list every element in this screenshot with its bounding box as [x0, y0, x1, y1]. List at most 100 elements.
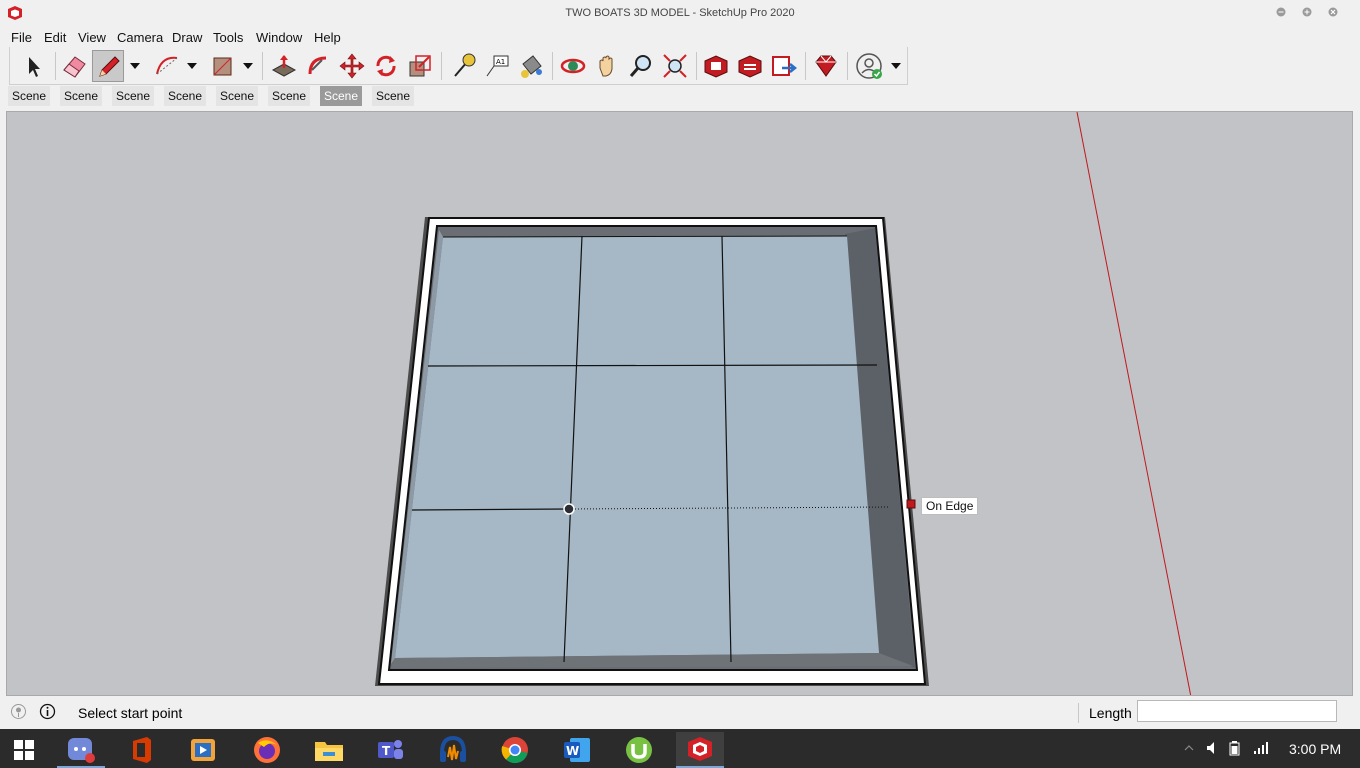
- rectangle-tool-button[interactable]: [206, 50, 238, 82]
- svg-text:W: W: [566, 744, 579, 758]
- volume-icon[interactable]: [1204, 740, 1222, 756]
- rotate-tool-button[interactable]: [370, 50, 402, 82]
- taskbar-sketchup[interactable]: [676, 732, 724, 768]
- model-canvas[interactable]: [7, 112, 1353, 696]
- taskbar-teams[interactable]: T: [366, 732, 414, 768]
- scene-tab-5[interactable]: Scene 5: [216, 86, 260, 123]
- menu-bar: File Edit View Camera Draw Tools Window …: [0, 27, 1360, 47]
- show-hidden-icons[interactable]: [1180, 740, 1198, 756]
- toolbar-separator: [696, 52, 697, 80]
- taskbar-clock[interactable]: 3:00 PM: [1289, 741, 1341, 757]
- move-icon: [339, 53, 365, 79]
- scene-tab-6[interactable]: Scene 6: [268, 86, 312, 123]
- eraser-tool-button[interactable]: [58, 50, 90, 82]
- status-bar: Select start point Length: [0, 697, 1360, 729]
- taskbar-media-player[interactable]: [179, 732, 227, 768]
- minimize-button[interactable]: [1271, 4, 1291, 22]
- text-tool-button[interactable]: A1: [481, 50, 513, 82]
- send-to-layout-button[interactable]: [768, 50, 800, 82]
- menu-help[interactable]: Help: [314, 30, 341, 45]
- info-icon[interactable]: [39, 703, 56, 720]
- paint-bucket-tool-button[interactable]: [515, 50, 547, 82]
- scene-tab-2[interactable]: Scene 2: [60, 86, 104, 123]
- word-icon: W: [564, 738, 590, 762]
- taskbar-discord[interactable]: [57, 732, 105, 768]
- move-tool-button[interactable]: [336, 50, 368, 82]
- chevron-down-icon: [891, 63, 901, 69]
- zoom-extents-tool-button[interactable]: [659, 50, 691, 82]
- zoom-icon: [629, 55, 651, 77]
- scale-tool-button[interactable]: [404, 50, 436, 82]
- orbit-tool-button[interactable]: [557, 50, 589, 82]
- utorrent-icon: [626, 737, 652, 763]
- scene-tab-3[interactable]: Scene 3: [112, 86, 156, 123]
- start-button[interactable]: [0, 732, 48, 768]
- measurement-input[interactable]: [1137, 700, 1337, 722]
- battery-icon[interactable]: [1228, 740, 1246, 756]
- model-viewport[interactable]: On Edge: [6, 111, 1353, 696]
- push-pull-tool-button[interactable]: [268, 50, 300, 82]
- push-pull-icon: [271, 55, 297, 77]
- pan-tool-button[interactable]: [591, 50, 623, 82]
- 3d-warehouse-button[interactable]: [700, 50, 732, 82]
- account-icon: [856, 53, 882, 79]
- menu-edit[interactable]: Edit: [44, 30, 66, 45]
- taskbar-word[interactable]: W: [553, 732, 601, 768]
- maximize-button[interactable]: [1297, 4, 1317, 22]
- taskbar-chrome[interactable]: [491, 732, 539, 768]
- sketchup-window: TWO BOATS 3D MODEL - SketchUp Pro 2020 F…: [0, 0, 1360, 768]
- taskbar-file-explorer[interactable]: [305, 732, 353, 768]
- menu-file[interactable]: File: [11, 30, 32, 45]
- taskbar-office[interactable]: [118, 732, 166, 768]
- taskbar-utorrent[interactable]: [615, 732, 663, 768]
- window-title: TWO BOATS 3D MODEL - SketchUp Pro 2020: [565, 7, 795, 19]
- extension-manager-button[interactable]: [810, 50, 842, 82]
- network-icon[interactable]: [1252, 740, 1270, 756]
- extension-warehouse-icon: [738, 55, 762, 78]
- extension-manager-icon: [815, 55, 837, 77]
- menu-view[interactable]: View: [78, 30, 106, 45]
- arc-tool-button[interactable]: [151, 50, 183, 82]
- toolbar-separator: [55, 52, 56, 80]
- tape-measure-tool-button[interactable]: [447, 50, 479, 82]
- scene-tab-4[interactable]: Scene 4: [164, 86, 208, 123]
- scale-icon: [409, 55, 431, 77]
- windows-start-icon: [14, 740, 34, 760]
- menu-draw[interactable]: Draw: [172, 30, 202, 45]
- menu-window[interactable]: Window: [256, 30, 302, 45]
- toolbar-separator: [847, 52, 848, 80]
- pencil-tool-button[interactable]: [92, 50, 124, 82]
- taskbar-firefox[interactable]: [243, 732, 291, 768]
- taskbar-audacity[interactable]: [429, 732, 477, 768]
- account-button[interactable]: [853, 50, 885, 82]
- menu-tools[interactable]: Tools: [213, 30, 243, 45]
- zoom-tool-button[interactable]: [625, 50, 657, 82]
- file-explorer-icon: [315, 742, 343, 761]
- svg-text:T: T: [382, 744, 391, 758]
- text-icon: A1: [486, 55, 509, 77]
- eraser-icon: [63, 56, 86, 78]
- close-icon: [1328, 7, 1338, 17]
- menu-camera[interactable]: Camera: [117, 30, 163, 45]
- minimize-icon: [1276, 7, 1286, 17]
- account-dropdown[interactable]: [890, 59, 902, 73]
- scene-tab-1[interactable]: Scene 1: [8, 86, 52, 123]
- cursor-point: [563, 503, 575, 515]
- zoom-extents-icon: [663, 54, 687, 78]
- scene-tab-7[interactable]: Scene 7: [320, 86, 364, 123]
- chrome-icon: [501, 737, 528, 764]
- line-tools-dropdown[interactable]: [129, 59, 141, 73]
- firefox-icon: [254, 737, 280, 763]
- orbit-icon: [560, 58, 586, 74]
- follow-me-tool-button[interactable]: [302, 50, 334, 82]
- geolocation-icon[interactable]: [10, 703, 27, 720]
- select-tool-button[interactable]: [18, 50, 50, 82]
- extension-warehouse-button[interactable]: [734, 50, 766, 82]
- teams-icon: T: [378, 740, 403, 759]
- close-button[interactable]: [1323, 4, 1343, 22]
- office-icon: [133, 737, 151, 763]
- arc-tools-dropdown[interactable]: [186, 59, 198, 73]
- scene-tab-8[interactable]: Scene 8: [372, 86, 416, 123]
- paint-bucket-icon: [521, 55, 542, 78]
- shape-tools-dropdown[interactable]: [242, 59, 254, 73]
